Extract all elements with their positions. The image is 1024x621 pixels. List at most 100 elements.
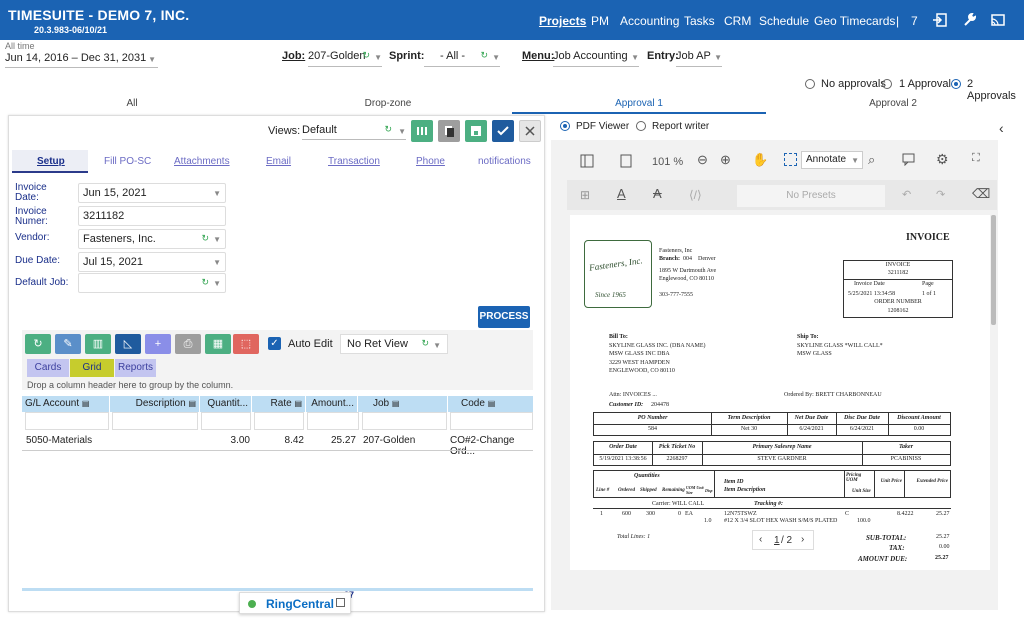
columns-button[interactable] — [411, 120, 433, 142]
close-button[interactable] — [519, 120, 541, 142]
eraser-icon[interactable]: ⌫ — [972, 186, 990, 202]
refresh-icon[interactable]: ↻ — [201, 233, 209, 244]
subtab-email[interactable]: Email — [266, 156, 291, 167]
code-icon[interactable]: ⟨/⟩ — [689, 188, 702, 202]
redo-icon[interactable]: ↷ — [936, 188, 945, 201]
current-page[interactable]: 1 — [774, 535, 780, 546]
col-code[interactable]: Code ▤ — [448, 396, 533, 412]
excel-button[interactable]: ▦ — [205, 334, 231, 354]
subtab-phone[interactable]: Phone — [416, 156, 445, 167]
nav-crm[interactable]: CRM — [724, 14, 751, 28]
chevron-left-icon[interactable]: ‹ — [999, 120, 1004, 136]
tab-drop-zone[interactable]: Drop-zone — [264, 98, 512, 109]
underline-icon[interactable]: A — [617, 186, 626, 201]
menu-select[interactable]: Job Accounting ▼ — [553, 50, 639, 67]
notification-count[interactable]: 7 — [911, 14, 918, 28]
invoice-date-field[interactable]: Jun 15, 2021 ▼ — [78, 183, 226, 203]
nav-tasks[interactable]: Tasks — [684, 14, 715, 28]
tab-all[interactable]: All — [0, 98, 264, 109]
approve-button[interactable] — [492, 120, 514, 142]
view-mode-reports[interactable]: Reports — [115, 359, 156, 377]
annotate-select[interactable]: Annotate ▼ — [801, 151, 863, 169]
subtab-notifications[interactable]: notifications — [478, 156, 531, 167]
search-icon[interactable]: ⌕ — [868, 152, 875, 168]
radio-2-approvals[interactable] — [951, 79, 961, 89]
process-button[interactable]: PROCESS — [478, 306, 530, 328]
default-job-field[interactable]: ↻ ▼ — [78, 273, 226, 293]
due-date-field[interactable]: Jul 15, 2021 ▼ — [78, 252, 226, 272]
invoice-number-field[interactable]: 3211182 — [78, 206, 226, 226]
subtab-transaction[interactable]: Transaction — [328, 156, 380, 167]
filter-cell[interactable] — [450, 412, 533, 430]
copy-button[interactable] — [438, 120, 460, 142]
subtab-fill-po-sc[interactable]: Fill PO-SC — [104, 156, 151, 167]
filter-cell[interactable] — [307, 412, 359, 430]
auto-edit-checkbox[interactable]: ✓ — [268, 337, 281, 350]
pdf-scrollbar[interactable] — [991, 215, 996, 325]
comment-icon[interactable] — [902, 153, 915, 169]
filter-cell[interactable] — [362, 412, 447, 430]
filter-icon[interactable]: ▤ — [488, 399, 496, 408]
measure-button[interactable]: ◺ — [115, 334, 141, 354]
filter-cell[interactable] — [254, 412, 304, 430]
refresh-icon[interactable]: ↻ — [480, 50, 488, 61]
prev-page-icon[interactable]: ‹ — [759, 534, 762, 545]
date-range-select[interactable]: Jun 14, 2016 – Dec 31, 2031 ▼ — [5, 52, 158, 68]
filter-icon[interactable]: ▤ — [82, 399, 90, 408]
col-gl-account[interactable]: G/L Account ▤ — [22, 396, 110, 412]
col-quantity[interactable]: Quantit... — [200, 396, 252, 412]
text-box-icon[interactable]: ⊞ — [580, 188, 590, 202]
col-description[interactable]: Description ▤ — [110, 396, 200, 412]
next-page-icon[interactable]: › — [801, 534, 804, 545]
sprint-select[interactable]: - All - ↻ ▼ — [424, 50, 500, 67]
refresh-icon[interactable]: ↻ — [201, 277, 209, 288]
refresh-button[interactable]: ↻ — [25, 334, 51, 354]
radio-1-approval[interactable] — [882, 79, 892, 89]
expand-icon[interactable] — [336, 598, 345, 607]
select-area-icon[interactable] — [784, 153, 797, 166]
refresh-icon[interactable]: ↻ — [384, 124, 392, 135]
refresh-icon[interactable]: ↻ — [421, 338, 429, 349]
export-button[interactable]: ⬚ — [233, 334, 259, 354]
filter-icon[interactable]: ▤ — [392, 399, 400, 408]
sidebar-toggle-icon[interactable] — [580, 154, 594, 171]
subtab-attachments[interactable]: Attachments — [174, 156, 230, 167]
filter-cell[interactable] — [201, 412, 251, 430]
col-job[interactable]: Job ▤ — [358, 396, 448, 412]
entry-select[interactable]: Job AP ▼ — [676, 50, 722, 67]
edit-button[interactable]: ✎ — [55, 334, 81, 354]
tab-approval-2[interactable]: Approval 2 — [766, 98, 1020, 109]
table-row[interactable]: 5050-Materials 3.00 8.42 25.27 207-Golde… — [22, 432, 533, 457]
refresh-icon[interactable]: ↻ — [362, 50, 370, 61]
nav-pm[interactable]: PM — [591, 14, 609, 28]
zoom-in-icon[interactable]: ⊕ — [720, 152, 731, 168]
wrench-icon[interactable] — [962, 12, 978, 28]
zoom-out-icon[interactable]: ⊖ — [697, 152, 708, 168]
vendor-field[interactable]: Fasteners, Inc. ↻ ▼ — [78, 229, 226, 249]
undo-icon[interactable]: ↶ — [902, 188, 911, 201]
save-button[interactable] — [465, 120, 487, 142]
radio-pdf-viewer[interactable] — [560, 121, 570, 131]
logout-icon[interactable] — [932, 12, 948, 28]
page-icon[interactable] — [620, 154, 632, 171]
nav-schedule[interactable]: Schedule — [759, 14, 809, 28]
nav-geo-timecards[interactable]: Geo Timecards — [814, 14, 895, 28]
presets-select[interactable]: No Presets — [737, 185, 885, 207]
radio-report-writer[interactable] — [636, 121, 646, 131]
zoom-level[interactable]: 101 % — [652, 156, 683, 168]
gear-icon[interactable]: ⚙ — [936, 151, 949, 168]
fullscreen-icon[interactable]: ⛶ — [972, 152, 980, 165]
cast-icon[interactable] — [990, 12, 1006, 28]
tab-approval-1[interactable]: Approval 1 — [512, 98, 766, 109]
nav-projects[interactable]: Projects — [539, 14, 586, 28]
pan-hand-icon[interactable]: ✋ — [752, 152, 768, 168]
col-amount[interactable]: Amount... — [306, 396, 358, 412]
ringcentral-widget[interactable]: RingCentral — [239, 592, 351, 614]
col-rate[interactable]: Rate ▤ — [252, 396, 306, 412]
filter-icon[interactable]: ▤ — [294, 399, 302, 408]
nav-accounting[interactable]: Accounting — [620, 14, 679, 28]
add-row-button[interactable]: + — [145, 334, 171, 354]
columns-button[interactable]: ▥ — [85, 334, 111, 354]
filter-icon[interactable]: ▤ — [188, 399, 196, 408]
views-select[interactable]: Default ↻ ▼ — [302, 124, 406, 140]
